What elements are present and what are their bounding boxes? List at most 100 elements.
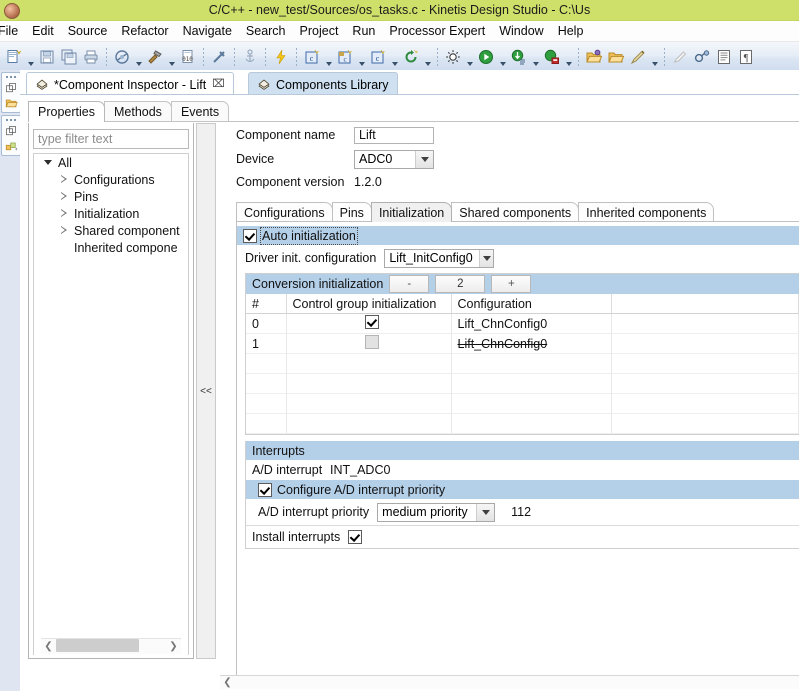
new-c-file-dropdown-icon[interactable] — [356, 42, 367, 72]
tree-item-initialization[interactable]: Initialization — [34, 205, 188, 222]
row-configuration[interactable]: Lift_ChnConfig0 — [451, 313, 612, 334]
tab-configurations[interactable]: Configurations — [236, 202, 333, 222]
profile-icon[interactable] — [541, 45, 563, 69]
collapse-panel-handle[interactable]: << — [196, 123, 216, 659]
tab-pins[interactable]: Pins — [331, 202, 372, 222]
menu-item-help[interactable]: Help — [551, 22, 591, 40]
chevron-right-icon[interactable] — [58, 192, 70, 201]
print-icon[interactable] — [80, 45, 102, 69]
configure-priority-row[interactable]: Configure A/D interrupt priority — [246, 480, 799, 499]
ad-interrupt-priority-select[interactable]: medium priority — [377, 502, 496, 522]
restore-view-icon[interactable] — [5, 82, 17, 94]
menu-item-window[interactable]: Window — [492, 22, 550, 40]
lightning-icon[interactable] — [270, 45, 292, 69]
row-control-group-cell[interactable] — [286, 313, 452, 334]
scroll-left-icon[interactable]: ❮ — [41, 639, 56, 654]
scroll-track[interactable] — [56, 639, 166, 654]
sun-debug-icon[interactable] — [442, 45, 464, 69]
tab-methods[interactable]: Methods — [103, 101, 172, 122]
restore-view-icon[interactable] — [5, 125, 17, 137]
chevron-right-icon[interactable] — [58, 226, 70, 235]
chevron-right-icon[interactable] — [58, 175, 70, 184]
save-all-icon[interactable] — [58, 45, 80, 69]
menu-item-source[interactable]: Source — [61, 22, 115, 40]
anchor-icon[interactable] — [239, 45, 261, 69]
folder-icon[interactable] — [5, 97, 18, 109]
new-c-class-icon[interactable]: c — [301, 45, 323, 69]
conversion-count-field[interactable]: 2 — [435, 275, 486, 293]
save-icon[interactable] — [36, 45, 58, 69]
hammer-dropdown-icon[interactable] — [166, 42, 177, 72]
tab-events[interactable]: Events — [170, 101, 230, 122]
tree-item-all[interactable]: All — [34, 154, 188, 171]
chevron-down-icon[interactable] — [42, 160, 54, 165]
table-row[interactable]: 0 Lift_ChnConfig0 — [246, 313, 799, 334]
pencil-icon[interactable] — [627, 45, 649, 69]
new-c-file-icon[interactable]: c — [334, 45, 356, 69]
chevron-down-icon[interactable] — [415, 150, 433, 168]
filter-input[interactable]: type filter text — [33, 129, 189, 149]
menu-item-refactor[interactable]: Refactor — [114, 22, 175, 40]
control-group-checkbox[interactable] — [364, 315, 379, 329]
details-horizontal-scrollbar[interactable]: ❮ — [220, 675, 799, 689]
new-file-icon[interactable] — [3, 45, 25, 69]
tree-item-configurations[interactable]: Configurations — [34, 171, 188, 188]
open-folder2-icon[interactable] — [605, 45, 627, 69]
pilcrow-icon[interactable]: ¶ — [735, 45, 757, 69]
eraser-icon[interactable] — [669, 45, 691, 69]
menu-item-file[interactable]: File — [0, 22, 25, 40]
menu-item-navigate[interactable]: Navigate — [176, 22, 239, 40]
auto-initialization-checkbox[interactable] — [243, 228, 257, 243]
conversion-increment-button[interactable]: + — [491, 275, 532, 293]
tab-initialization[interactable]: Initialization — [370, 202, 453, 222]
outline-icon[interactable] — [713, 45, 735, 69]
menu-item-project[interactable]: Project — [293, 22, 346, 40]
editor-tab-component-inspector[interactable]: *Component Inspector - Lift ⌧ — [26, 72, 234, 96]
new-c-class-dropdown-icon[interactable] — [323, 42, 334, 72]
disconnect-icon[interactable] — [208, 45, 230, 69]
row-configuration[interactable]: Lift_ChnConfig0 — [451, 333, 612, 354]
build-icon[interactable] — [111, 45, 133, 69]
debug-dropdown-icon[interactable] — [530, 42, 541, 72]
close-icon[interactable]: ⌧ — [212, 79, 225, 90]
device-select[interactable]: ADC0 — [354, 149, 434, 169]
driver-init-select[interactable]: Lift_InitConfig0 — [384, 248, 495, 268]
c-project-dropdown-icon[interactable] — [389, 42, 400, 72]
scroll-thumb[interactable] — [56, 639, 139, 652]
install-interrupts-checkbox[interactable] — [348, 530, 363, 544]
tree-item-pins[interactable]: Pins — [34, 188, 188, 205]
c-project-icon[interactable]: c — [367, 45, 389, 69]
scroll-right-icon[interactable]: ❯ — [166, 639, 181, 654]
binary-010-icon[interactable]: 010 — [177, 45, 199, 69]
components-icon[interactable] — [5, 140, 18, 152]
tree-horizontal-scrollbar[interactable]: ❮ ❯ — [41, 638, 181, 654]
row-control-group-cell[interactable] — [286, 333, 452, 354]
refresh-dropdown-icon[interactable] — [422, 42, 433, 72]
menu-item-run[interactable]: Run — [345, 22, 382, 40]
refresh-icon[interactable] — [400, 45, 422, 69]
menu-item-edit[interactable]: Edit — [25, 22, 61, 40]
tab-shared-components[interactable]: Shared components — [451, 202, 580, 222]
auto-initialization-row[interactable]: Auto initialization — [237, 226, 799, 245]
scroll-left-icon[interactable]: ❮ — [220, 675, 235, 689]
table-row[interactable]: 1 Lift_ChnConfig0 — [246, 333, 799, 354]
component-name-input[interactable]: Lift — [354, 126, 434, 144]
search-binoculars-icon[interactable] — [691, 45, 713, 69]
sun-debug-dropdown-icon[interactable] — [464, 42, 475, 72]
control-group-checkbox[interactable] — [364, 335, 379, 349]
new-file-dropdown-icon[interactable] — [25, 42, 36, 72]
chevron-down-icon[interactable] — [476, 503, 495, 521]
chevron-right-icon[interactable] — [58, 209, 70, 218]
debug-icon[interactable] — [508, 45, 530, 69]
tab-properties[interactable]: Properties — [28, 101, 105, 122]
editor-tab-components-library[interactable]: Components Library — [248, 72, 398, 96]
tab-inherited-components[interactable]: Inherited components — [578, 202, 715, 222]
menu-item-search[interactable]: Search — [239, 22, 293, 40]
chevron-down-icon[interactable] — [478, 249, 494, 267]
hammer-build-icon[interactable] — [144, 45, 166, 69]
configure-priority-checkbox[interactable] — [258, 482, 272, 497]
run-dropdown-icon[interactable] — [497, 42, 508, 72]
build-dropdown-icon[interactable] — [133, 42, 144, 72]
open-folder-icon[interactable] — [583, 45, 605, 69]
tree-item-shared-component[interactable]: Shared component — [34, 222, 188, 239]
